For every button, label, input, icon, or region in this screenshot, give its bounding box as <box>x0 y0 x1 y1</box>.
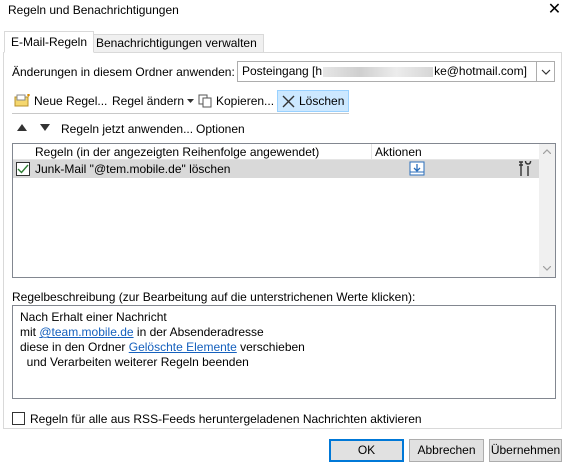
description-line-2: mit @team.mobile.de in der Absenderadres… <box>20 325 264 339</box>
copy-button[interactable]: Kopieren... <box>198 90 274 112</box>
window-title: Regeln und Benachrichtigungen <box>8 3 179 17</box>
description-line-2-pre: mit <box>20 325 40 339</box>
description-line-4: und Verarbeiten weiterer Regeln beenden <box>20 355 249 369</box>
move-to-folder-icon <box>409 161 426 177</box>
checkmark-icon <box>17 164 29 174</box>
column-divider <box>371 144 372 160</box>
move-down-icon[interactable] <box>40 124 50 131</box>
description-line-3-pre: diese in den Ordner <box>20 340 129 354</box>
rss-checkbox-label[interactable]: Regeln für alle aus RSS-Feeds herunterge… <box>30 412 422 426</box>
close-icon[interactable]: ✕ <box>545 0 564 20</box>
vertical-scrollbar[interactable] <box>539 144 555 277</box>
description-line-1: Nach Erhalt einer Nachricht <box>20 310 167 324</box>
rss-checkbox[interactable] <box>12 412 25 425</box>
delete-label: Löschen <box>299 94 345 108</box>
change-rule-button[interactable]: Regel ändern <box>112 90 195 112</box>
description-line-3-post: verschieben <box>236 340 305 354</box>
copy-icon <box>198 94 212 108</box>
rule-description-box: Nach Erhalt einer Nachricht mit @team.mo… <box>12 305 556 399</box>
new-rule-label: Neue Regel... <box>34 94 108 108</box>
caret-down-icon <box>187 99 195 103</box>
description-label: Regelbeschreibung (zur Bearbeitung auf d… <box>12 290 416 304</box>
scroll-down-icon[interactable] <box>543 266 551 271</box>
folder-value-start: Posteingang [h <box>242 64 323 78</box>
description-line-3: diese in den Ordner Gelöschte Elemente v… <box>20 340 305 354</box>
deleted-items-folder-link[interactable]: Gelöschte Elemente <box>129 340 237 354</box>
scroll-up-icon[interactable] <box>543 149 551 154</box>
folder-label: Änderungen in diesem Ordner anwenden: <box>12 65 235 79</box>
sender-address-link[interactable]: @team.mobile.de <box>39 325 133 339</box>
new-rule-icon <box>14 94 31 108</box>
column-header-rules[interactable]: Regeln (in der angezeigten Reihenfolge a… <box>35 145 319 159</box>
column-header-actions[interactable]: Aktionen <box>375 145 422 159</box>
run-rules-link[interactable]: Regeln jetzt anwenden... <box>61 122 193 136</box>
copy-label: Kopieren... <box>216 94 275 108</box>
new-rule-button[interactable]: Neue Regel... <box>14 90 107 112</box>
folder-select[interactable]: Posteingang [h ke@hotmail.com] <box>237 61 555 82</box>
options-link[interactable]: Optionen <box>196 122 245 136</box>
change-rule-label: Regel ändern <box>112 94 185 108</box>
tab-manage-alerts[interactable]: Benachrichtigungen verwalten <box>89 34 264 53</box>
redacted-block <box>323 66 434 77</box>
table-row[interactable]: Junk-Mail "@tem.mobile.de" löschen <box>13 160 541 178</box>
cancel-button[interactable]: Abbrechen <box>409 439 484 462</box>
apply-button[interactable]: Übernehmen <box>489 439 562 462</box>
chevron-down-icon[interactable] <box>536 62 554 81</box>
delete-icon <box>282 95 295 108</box>
ok-button[interactable]: OK <box>329 439 404 462</box>
tab-email-rules[interactable]: E-Mail-Regeln <box>4 31 95 53</box>
move-up-icon[interactable] <box>17 124 27 131</box>
delete-button[interactable]: Löschen <box>277 90 349 112</box>
rules-table: Regeln (in der angezeigten Reihenfolge a… <box>12 143 556 278</box>
table-header: Regeln (in der angezeigten Reihenfolge a… <box>13 144 541 160</box>
folder-select-value: Posteingang [h ke@hotmail.com] <box>242 64 527 78</box>
toolbar-separator <box>12 113 349 114</box>
rule-checkbox[interactable] <box>16 162 30 176</box>
folder-value-end: ke@hotmail.com] <box>434 64 527 78</box>
rule-name: Junk-Mail "@tem.mobile.de" löschen <box>35 162 231 176</box>
description-line-2-post: in der Absenderadresse <box>133 325 264 339</box>
tools-icon <box>518 161 533 177</box>
